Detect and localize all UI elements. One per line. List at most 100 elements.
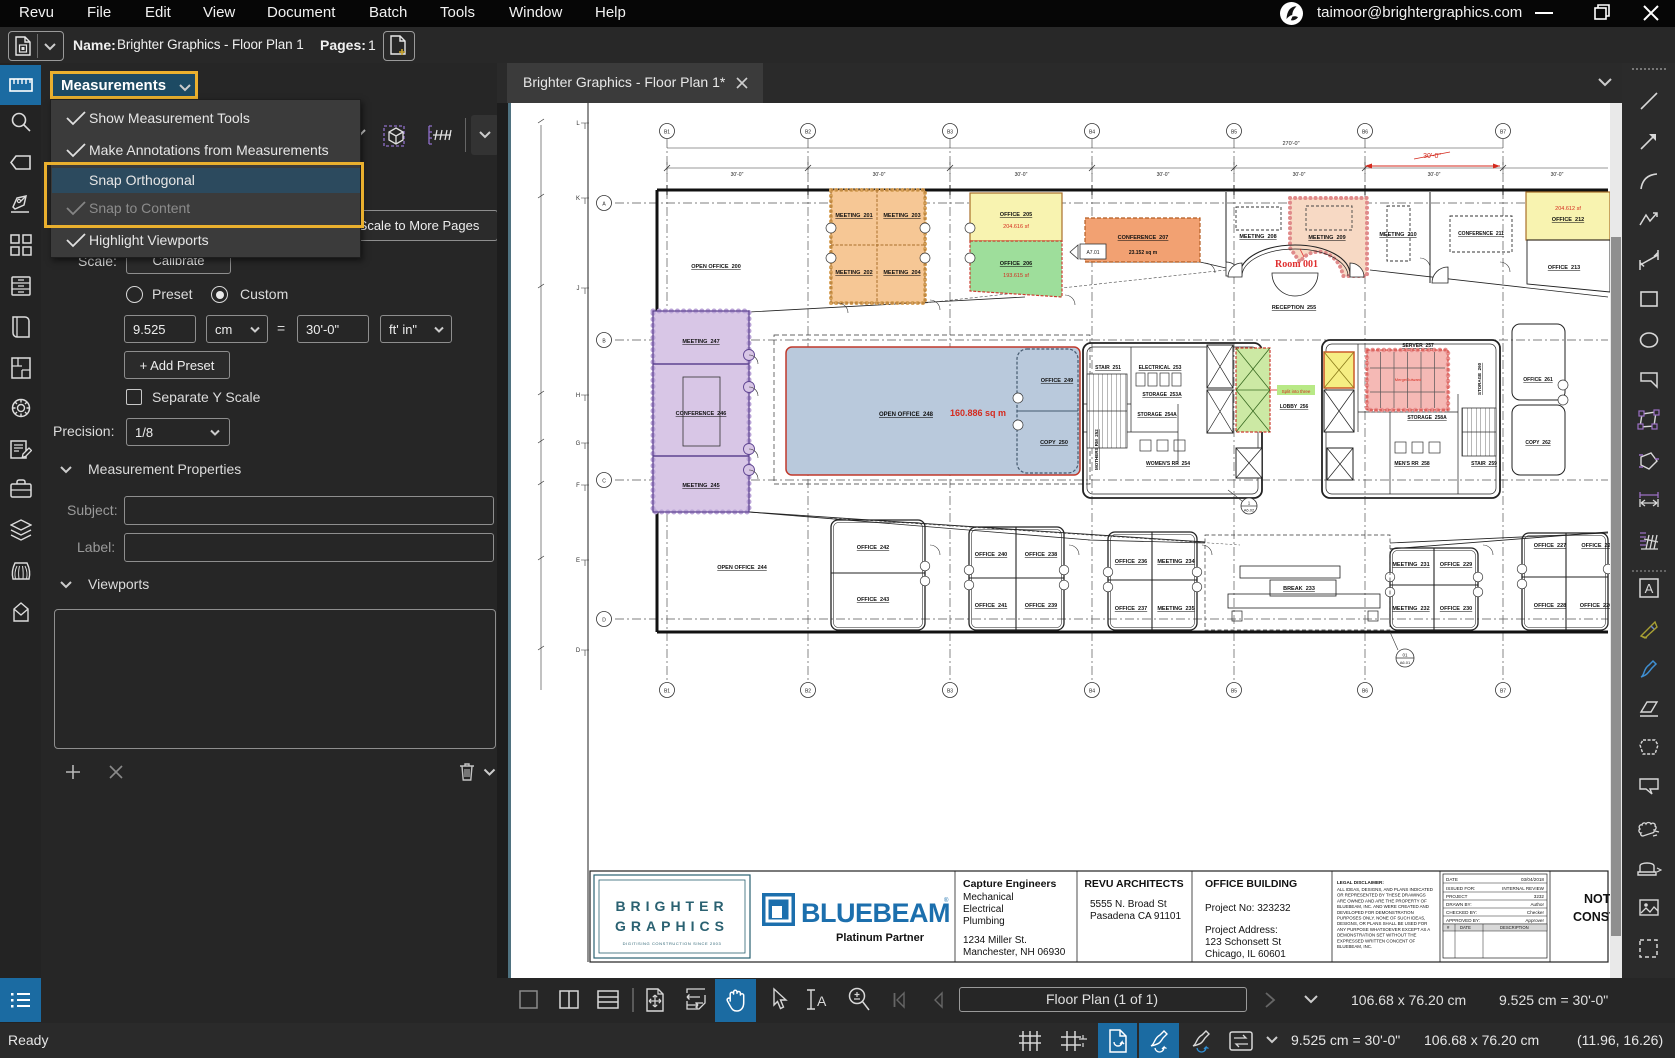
svg-text:F: F (576, 483, 580, 489)
svg-text:REVU ARCHITECTS: REVU ARCHITECTS (1084, 878, 1183, 890)
svg-text:DESIGNS, OR PLANS SHALL BE USE: DESIGNS, OR PLANS SHALL BE USED FOR (1337, 921, 1427, 926)
svg-text:STAIR 259: STAIR 259 (1471, 461, 1497, 467)
svg-text:193.615 sf: 193.615 sf (1003, 273, 1029, 279)
svg-text:B1: B1 (664, 130, 670, 136)
svg-text:OPEN OFFICE 248: OPEN OFFICE 248 (879, 412, 934, 418)
svg-text:CHECKED BY:: CHECKED BY: (1446, 910, 1477, 915)
svg-text:D: D (576, 648, 581, 654)
svg-text:STORAGE 253A: STORAGE 253A (1142, 392, 1182, 398)
svg-text:Checker: Checker (1527, 910, 1545, 915)
svg-text:STORAGE 254A: STORAGE 254A (1137, 412, 1177, 418)
svg-text:01: 01 (1402, 653, 1408, 658)
svg-text:Mechanical: Mechanical (963, 892, 1014, 903)
svg-text:PURPOSES ONLY. NONE OF SUCH ID: PURPOSES ONLY. NONE OF SUCH IDEAS, (1337, 916, 1425, 921)
svg-text:OFFICE 236: OFFICE 236 (1115, 559, 1147, 565)
svg-text:Chicago, IL 60601: Chicago, IL 60601 (1205, 949, 1286, 960)
svg-text:DATE: DATE (1446, 877, 1458, 882)
svg-text:123 Schonsett St: 123 Schonsett St (1205, 937, 1281, 948)
svg-text:MEETING 204: MEETING 204 (883, 270, 921, 276)
svg-text:OPEN OFFICE 200: OPEN OFFICE 200 (691, 264, 741, 270)
svg-text:Pasadena CA 91101: Pasadena CA 91101 (1090, 911, 1181, 922)
svg-text:Plumbing: Plumbing (963, 916, 1005, 927)
svg-text:30'-0": 30'-0" (1428, 172, 1441, 178)
svg-text:J: J (577, 286, 580, 292)
svg-text:B5: B5 (1231, 130, 1237, 136)
svg-text:DEVELOPED FOR DEMONSTRATION: DEVELOPED FOR DEMONSTRATION (1337, 910, 1414, 915)
svg-text:BRIGHTER: BRIGHTER (615, 898, 728, 914)
svg-text:B3: B3 (947, 130, 953, 136)
svg-text:MEETING 245: MEETING 245 (682, 483, 719, 489)
svg-text:OFFICE 205: OFFICE 205 (1000, 212, 1032, 218)
svg-text:OFFICE 237: OFFICE 237 (1115, 606, 1147, 612)
svg-text:MEETING 202: MEETING 202 (835, 270, 872, 276)
svg-text:OFFICE 242: OFFICE 242 (857, 545, 889, 551)
svg-text:Manchester, NH 06930: Manchester, NH 06930 (963, 947, 1066, 958)
svg-text:LOBBY 256: LOBBY 256 (1280, 404, 1309, 410)
svg-text:ELECTRICAL 253: ELECTRICAL 253 (1139, 365, 1182, 371)
svg-text:®: ® (944, 897, 949, 904)
svg-text:204.616 sf: 204.616 sf (1003, 224, 1029, 230)
svg-text:GRAPHICS: GRAPHICS (615, 918, 729, 934)
svg-text:DIGITISING CONSTRUCTION SINCE: DIGITISING CONSTRUCTION SINCE 2003 (623, 941, 722, 946)
svg-text:STORAGE 260: STORAGE 260 (1477, 362, 1482, 395)
svg-text:WOMEN'S RR 254: WOMEN'S RR 254 (1146, 461, 1190, 467)
svg-text:B5: B5 (1231, 689, 1237, 695)
svg-text:MEETING 231: MEETING 231 (1392, 562, 1429, 568)
svg-text:B7: B7 (1500, 689, 1506, 695)
svg-text:B3: B3 (947, 689, 953, 695)
svg-text:PROJECT: PROJECT (1446, 894, 1468, 899)
svg-text:A6.02: A6.02 (1244, 508, 1255, 513)
svg-text:OFFICE BUILDING: OFFICE BUILDING (1205, 878, 1297, 890)
svg-text:Author: Author (1530, 902, 1544, 907)
svg-text:30'-0": 30'-0" (1157, 172, 1170, 178)
svg-text:B4: B4 (1089, 689, 1095, 695)
svg-text:MergeOutward: MergeOutward (1395, 377, 1421, 382)
svg-text:B7: B7 (1500, 130, 1506, 136)
svg-text:Project Address:: Project Address: (1205, 925, 1278, 936)
svg-text:3232: 3232 (1534, 894, 1545, 899)
svg-text:OFFICE 229: OFFICE 229 (1440, 562, 1472, 568)
svg-text:COPY 250: COPY 250 (1040, 440, 1068, 446)
svg-text:204.612 sf: 204.612 sf (1555, 206, 1581, 212)
svg-text:A: A (817, 993, 827, 1009)
svg-text:MEETING 210: MEETING 210 (1379, 232, 1416, 238)
svg-text:03/04/2018: 03/04/2018 (1521, 877, 1544, 882)
svg-text:OFFICE 206: OFFICE 206 (1000, 261, 1032, 267)
svg-text:B2: B2 (805, 689, 811, 695)
svg-text:MEETING 234: MEETING 234 (1157, 559, 1195, 565)
svg-text:L: L (576, 121, 580, 127)
svg-text:A6.01: A6.01 (1400, 660, 1411, 665)
svg-text:CONFERENCE 211: CONFERENCE 211 (1458, 231, 1504, 237)
svg-text:DEMONSTRATION SET WITHOUT THE: DEMONSTRATION SET WITHOUT THE (1337, 933, 1417, 938)
svg-text:OFFICE 213: OFFICE 213 (1548, 265, 1580, 271)
svg-text:BLUEBEAM: BLUEBEAM (801, 898, 950, 928)
svg-text:160.886 sq m: 160.886 sq m (950, 408, 1006, 418)
svg-text:OFFICE 249: OFFICE 249 (1041, 378, 1073, 384)
svg-text:E: E (576, 558, 580, 564)
svg-text:B2: B2 (805, 130, 811, 136)
svg-text:MOTHERS RM 252: MOTHERS RM 252 (1094, 429, 1099, 470)
svg-text:A7.01: A7.01 (1086, 250, 1099, 256)
svg-text:NOT: NOT (1584, 892, 1610, 906)
svg-text:RECEPTION 255: RECEPTION 255 (1272, 305, 1316, 311)
svg-text:OFFICE 243: OFFICE 243 (857, 597, 889, 603)
svg-text:APPROVED BY:: APPROVED BY: (1446, 918, 1480, 923)
svg-text:DATE: DATE (1460, 925, 1471, 930)
svg-text:OFFICE 227: OFFICE 227 (1534, 543, 1566, 549)
svg-text:CONFERENCE 246: CONFERENCE 246 (676, 411, 727, 417)
svg-text:Platinum Partner: Platinum Partner (836, 932, 925, 944)
svg-text:D: D (602, 618, 606, 624)
svg-text:OFFICE 240: OFFICE 240 (975, 552, 1007, 558)
svg-text:G: G (576, 441, 581, 447)
svg-text:B6: B6 (1362, 130, 1368, 136)
svg-text:B4: B4 (1089, 130, 1095, 136)
svg-text:OFFICE 22: OFFICE 22 (1581, 543, 1610, 549)
svg-text:MEETING 209: MEETING 209 (1308, 235, 1345, 241)
svg-text:30'-0": 30'-0" (1293, 172, 1306, 178)
svg-text:OFFICE 239: OFFICE 239 (1025, 603, 1057, 609)
svg-text:MEETING 201: MEETING 201 (835, 213, 872, 219)
svg-text:MEN'S RR 258: MEN'S RR 258 (1394, 461, 1430, 467)
svg-text:CONFERENCE 207: CONFERENCE 207 (1118, 235, 1169, 241)
svg-text:30'-0": 30'-0" (1015, 172, 1028, 178)
svg-text:OFFICE 226: OFFICE 226 (1580, 603, 1610, 609)
